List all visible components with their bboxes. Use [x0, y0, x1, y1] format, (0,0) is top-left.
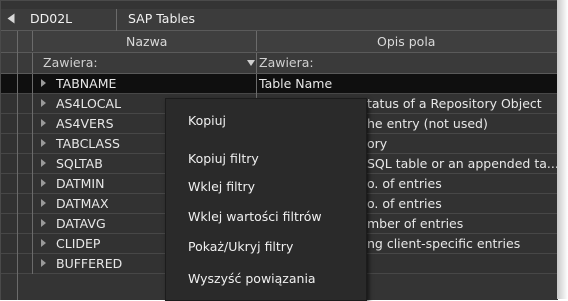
field-name: AS4VERS — [56, 116, 114, 131]
field-description: he entry (not used) — [367, 116, 488, 131]
table-row[interactable]: TABNAME Table Name — [1, 74, 558, 94]
field-name: SQLTAB — [56, 156, 103, 171]
column-header-name[interactable]: Nazwa — [32, 31, 257, 51]
field-name: TABNAME — [56, 76, 117, 91]
menu-item-paste-filter-values[interactable]: Wklej wartości filtrów — [166, 203, 366, 231]
menu-item-paste-filters[interactable]: Wklej filtry — [166, 173, 366, 201]
window-edge-shadow — [557, 0, 568, 299]
field-name: AS4LOCAL — [56, 96, 122, 111]
description-filter-label: Zawiera: — [259, 55, 314, 70]
grid-line — [17, 31, 18, 300]
column-header-description[interactable]: Opis pola — [257, 31, 558, 51]
menu-item-copy-filters[interactable]: Kopiuj filtry — [166, 145, 366, 173]
field-name: BUFFERED — [56, 256, 123, 271]
description-filter-cell[interactable]: Zawiera: — [257, 53, 558, 73]
field-description: tatus of a Repository Object — [367, 96, 542, 111]
filter-dropdown-icon[interactable] — [247, 60, 255, 66]
column-header-name-label: Nazwa — [126, 34, 168, 49]
menu-item-label: Kopiuj filtry — [188, 151, 259, 166]
menu-item-clear-relations[interactable]: Wyszyść powiązania — [166, 265, 366, 293]
field-description: ory — [367, 136, 388, 151]
field-description: o. of entries — [367, 196, 442, 211]
header-separator — [116, 9, 117, 31]
table-header-bar[interactable]: DD02L SAP Tables — [1, 9, 558, 31]
column-header-row: Nazwa Opis pola — [1, 31, 558, 53]
menu-item-toggle-filters[interactable]: Pokaż/Ukryj filtry — [166, 233, 366, 261]
field-name: DATMAX — [56, 196, 109, 211]
menu-item-label: Wklej wartości filtrów — [188, 209, 322, 224]
filter-row: Zawiera: Zawiera: — [1, 53, 558, 74]
field-description: Table Name — [259, 76, 333, 91]
context-menu: Kopiuj Kopiuj filtry Wklej filtry Wklej … — [165, 98, 367, 301]
table-description: SAP Tables — [128, 11, 196, 26]
menu-item-copy[interactable]: Kopiuj — [166, 107, 366, 135]
field-description: ng client-specific entries — [367, 236, 521, 251]
table-name: DD02L — [30, 11, 73, 26]
menu-item-label: Wklej filtry — [188, 179, 255, 194]
field-description: mber of entries — [367, 216, 464, 231]
menu-item-label: Kopiuj — [188, 113, 227, 128]
menu-item-label: Pokaż/Ukryj filtry — [188, 239, 294, 254]
name-filter-label: Zawiera: — [43, 55, 98, 70]
field-name: CLIDEP — [56, 236, 101, 251]
field-name: DATMIN — [56, 176, 105, 191]
field-name: TABCLASS — [56, 136, 120, 151]
column-header-description-label: Opis pola — [377, 34, 436, 49]
collapse-triangle-icon[interactable] — [7, 13, 15, 24]
name-filter-cell[interactable]: Zawiera: — [32, 53, 257, 73]
field-name: DATAVG — [56, 216, 106, 231]
menu-item-label: Wyszyść powiązania — [188, 271, 316, 286]
field-description: SQL table or an appended ta... — [367, 156, 558, 171]
field-description: o. of entries — [367, 176, 442, 191]
